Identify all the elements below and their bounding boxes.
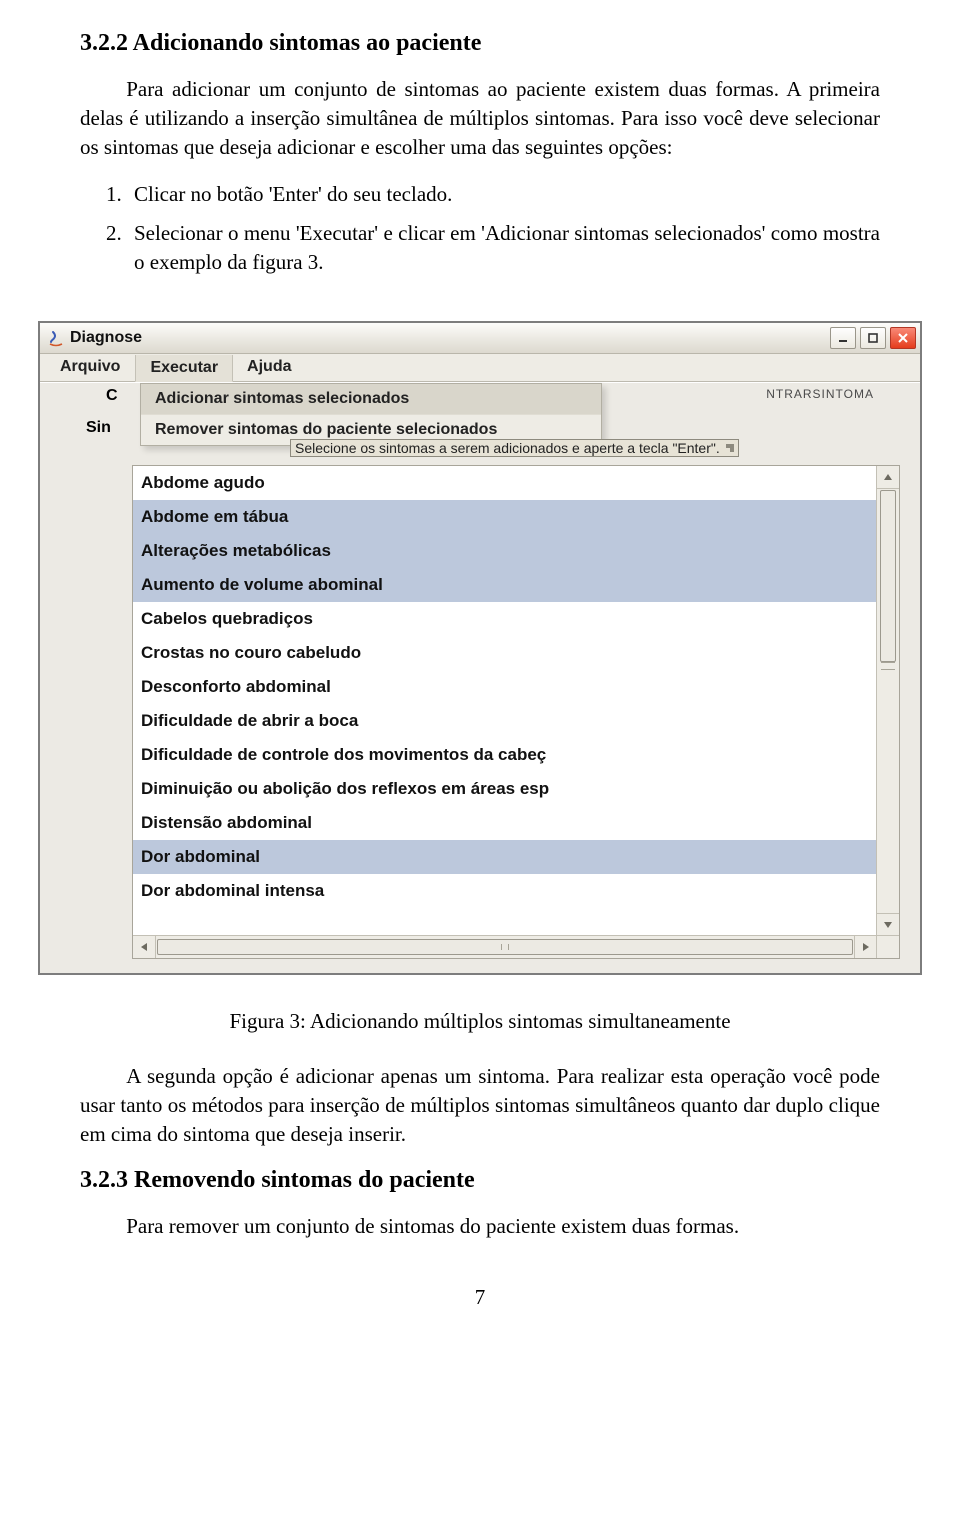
list-item[interactable]: Dificuldade de abrir a boca — [133, 704, 877, 738]
section-heading: 3.2.3 Removendo sintomas do paciente — [80, 1167, 880, 1194]
titlebar[interactable]: Diagnose — [40, 323, 920, 354]
menu-ajuda[interactable]: Ajuda — [233, 354, 306, 381]
list-item: Clicar no botão 'Enter' do seu teclado. — [116, 180, 880, 209]
minimize-button[interactable] — [830, 327, 856, 349]
list-item[interactable]: Crostas no couro cabeludo — [133, 636, 877, 670]
vertical-scroll-thumb[interactable] — [880, 490, 896, 662]
scroll-grip-icon — [501, 944, 509, 950]
paragraph: Para adicionar um conjunto de sintomas a… — [80, 75, 880, 162]
list-item[interactable]: Abdome em tábua — [133, 500, 877, 534]
menubar: Arquivo Executar Ajuda — [40, 354, 920, 382]
list-item[interactable]: Dificuldade de controle dos movimentos d… — [133, 738, 877, 772]
panel-label-sin: Sin — [86, 419, 111, 437]
window-title: Diagnose — [70, 329, 830, 347]
sintomas-listbox[interactable]: Abdome agudo Abdome em tábua Alterações … — [132, 465, 900, 959]
scrollbar-corner — [876, 935, 899, 958]
list-item: Selecionar o menu 'Executar' e clicar em… — [116, 219, 880, 277]
scroll-grip-icon — [881, 662, 895, 670]
ordered-list: Clicar no botão 'Enter' do seu teclado. … — [80, 180, 880, 277]
menu-arquivo[interactable]: Arquivo — [46, 354, 135, 381]
list-item[interactable]: Cabelos quebradiços — [133, 602, 877, 636]
java-icon — [46, 328, 66, 348]
list-item[interactable]: Dor abdominal — [133, 840, 877, 874]
scroll-right-arrow-icon[interactable] — [854, 936, 877, 958]
tooltip-text: Selecione os sintomas a serem adicionado… — [295, 440, 720, 456]
paragraph: Para remover um conjunto de sintomas do … — [80, 1212, 880, 1241]
maximize-button[interactable] — [860, 327, 886, 349]
sintoma-label-fragment: NTRARSINTOMA — [766, 387, 874, 401]
panel-body: C Sin NTRARSINTOMA Adicionar sintomas se… — [40, 382, 920, 973]
figure-caption: Figura 3: Adicionando múltiplos sintomas… — [80, 1009, 880, 1034]
list-item[interactable]: Desconforto abdominal — [133, 670, 877, 704]
close-button[interactable] — [890, 327, 916, 349]
figure-window: Diagnose Arquivo Executar Ajuda C Sin — [38, 321, 922, 975]
panel-label-c: C — [106, 387, 118, 405]
paragraph: A segunda opção é adicionar apenas um si… — [80, 1062, 880, 1149]
menu-add-selected[interactable]: Adicionar sintomas selecionados — [141, 384, 601, 415]
page-number: 7 — [80, 1285, 880, 1310]
tooltip-corner-icon — [726, 444, 734, 452]
scroll-up-arrow-icon[interactable] — [877, 466, 899, 489]
executar-dropdown: Adicionar sintomas selecionados Remover … — [140, 383, 602, 446]
list-item[interactable]: Aumento de volume abominal — [133, 568, 877, 602]
scroll-left-arrow-icon[interactable] — [133, 936, 156, 958]
scroll-down-arrow-icon[interactable] — [877, 913, 899, 936]
list-item[interactable]: Distensão abdominal — [133, 806, 877, 840]
list-item[interactable]: Alterações metabólicas — [133, 534, 877, 568]
list-item[interactable]: Diminuição ou abolição dos reflexos em á… — [133, 772, 877, 806]
tooltip: Selecione os sintomas a serem adicionado… — [290, 439, 739, 457]
vertical-scrollbar[interactable] — [876, 466, 899, 936]
section-heading: 3.2.2 Adicionando sintomas ao paciente — [80, 30, 880, 57]
list-item[interactable]: Abdome agudo — [133, 466, 877, 500]
listbox-rows: Abdome agudo Abdome em tábua Alterações … — [133, 466, 877, 936]
list-item[interactable]: Dor abdominal intensa — [133, 874, 877, 908]
horizontal-scroll-thumb[interactable] — [157, 939, 853, 955]
horizontal-scrollbar[interactable] — [133, 935, 877, 958]
menu-executar[interactable]: Executar — [135, 355, 233, 382]
